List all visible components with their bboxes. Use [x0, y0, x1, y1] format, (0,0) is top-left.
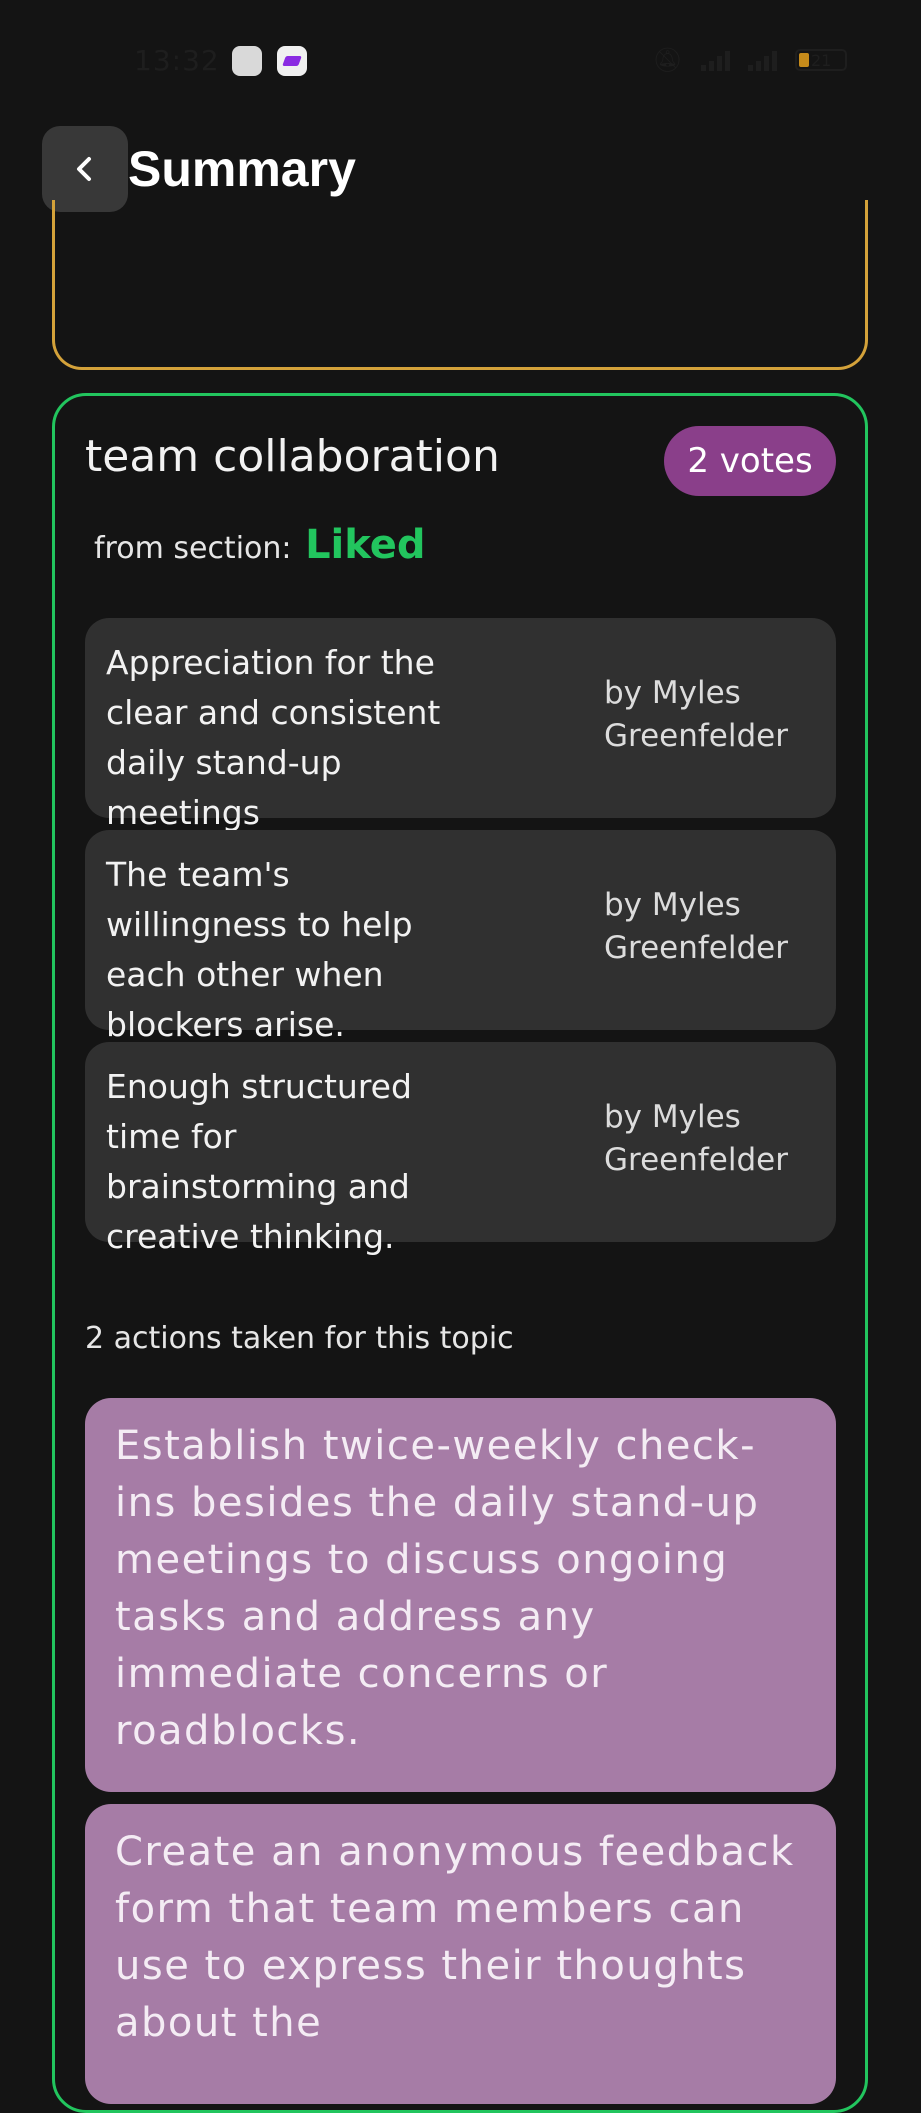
wifi-signal-icon — [701, 49, 730, 71]
note-card[interactable]: Enough structured time for brainstorming… — [85, 1042, 836, 1256]
action-card[interactable]: Establish twice-weekly check-ins besides… — [85, 1398, 836, 1792]
note-author: by Myles Greenfelder — [604, 887, 788, 966]
action-card[interactable]: Create an anonymous feedback form that t… — [85, 1804, 836, 2104]
page-title: Summary — [128, 141, 356, 197]
status-bar: 13:32 🔕︎ 21 — [0, 0, 921, 120]
battery-level: 21 — [811, 50, 832, 70]
status-indicators: 🔕︎ 21 — [653, 44, 847, 76]
note-text: The team's willingness to help each othe… — [106, 855, 413, 1044]
chevron-left-icon — [77, 157, 91, 181]
votes-badge: 2 votes — [664, 426, 836, 496]
previous-topic-card — [52, 200, 868, 370]
topic-title: team collaboration — [85, 431, 500, 482]
note-card[interactable]: Appreciation for the clear and consisten… — [85, 618, 836, 832]
action-text: Establish twice-weekly check-ins besides… — [115, 1423, 760, 1754]
note-text: Enough structured time for brainstorming… — [106, 1067, 412, 1256]
cell-signal-icon — [748, 49, 777, 71]
note-card[interactable]: The team's willingness to help each othe… — [85, 830, 836, 1044]
notification-app-icon — [232, 46, 262, 76]
note-text: Appreciation for the clear and consisten… — [106, 643, 441, 832]
action-text: Create an anonymous feedback form that t… — [115, 1829, 795, 2046]
mute-bell-icon: 🔕︎ — [652, 46, 683, 74]
battery-icon: 21 — [795, 49, 847, 71]
note-author: by Myles Greenfelder — [604, 1099, 788, 1178]
section-name: Liked — [305, 522, 426, 568]
from-section-label: from section: — [94, 531, 292, 566]
status-time: 13:32 — [134, 44, 220, 77]
note-author: by Myles Greenfelder — [604, 675, 788, 754]
notification-app-icon — [277, 46, 307, 76]
from-section: from section: Liked — [94, 520, 426, 574]
actions-count-label: 2 actions taken for this topic — [85, 1321, 514, 1356]
